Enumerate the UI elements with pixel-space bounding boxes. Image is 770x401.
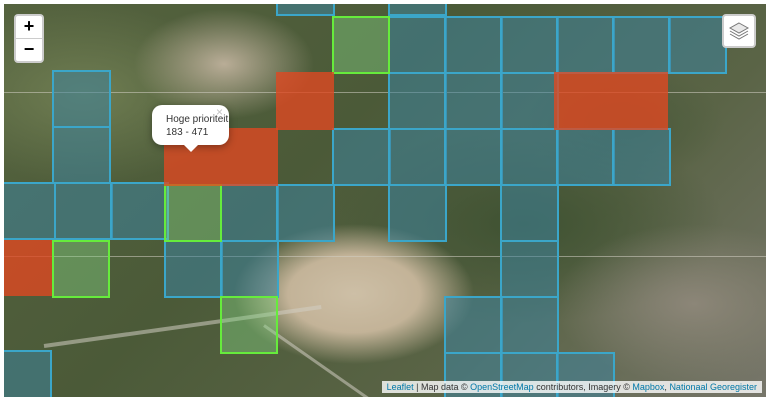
road xyxy=(263,324,380,397)
popup-close-button[interactable]: × xyxy=(216,106,223,118)
attribution-comma: , xyxy=(664,382,667,392)
grid-cell-low[interactable] xyxy=(220,240,279,298)
grid-cell-low[interactable] xyxy=(52,126,111,184)
attribution-text: contributors, Imagery © xyxy=(536,382,630,392)
grid-cell-low[interactable] xyxy=(110,182,169,240)
grid-cell-low[interactable] xyxy=(164,240,223,298)
grid-cell-high[interactable] xyxy=(554,72,668,130)
grid-cell-low[interactable] xyxy=(388,72,447,130)
grid-cell-low[interactable] xyxy=(500,16,559,74)
attribution: Leaflet | Map data © OpenStreetMap contr… xyxy=(381,381,762,393)
grid-cell-low[interactable] xyxy=(500,240,559,298)
grid-cell-medium[interactable] xyxy=(332,16,390,74)
popup: × Hoge prioriteit 183 - 471 xyxy=(152,105,229,152)
grid-cell-low[interactable] xyxy=(612,16,671,74)
attribution-mapbox-link[interactable]: Mapbox xyxy=(632,382,664,392)
zoom-control: + − xyxy=(14,14,44,63)
zoom-in-button[interactable]: + xyxy=(16,16,42,39)
grid-cell-medium[interactable] xyxy=(220,296,278,354)
grid-cell-low[interactable] xyxy=(4,182,56,240)
grid-cell-low[interactable] xyxy=(4,350,52,397)
grid-cell-low[interactable] xyxy=(332,128,391,186)
popup-range: 183 - 471 xyxy=(166,127,209,138)
grid-cell-low[interactable] xyxy=(444,128,503,186)
grid-cell-low[interactable] xyxy=(556,128,615,186)
layers-button[interactable] xyxy=(722,14,756,48)
grid-cell-high[interactable] xyxy=(276,72,334,130)
attribution-leaflet-link[interactable]: Leaflet xyxy=(387,382,414,392)
grid-cell-low[interactable] xyxy=(276,4,335,16)
popup-tip xyxy=(183,144,199,152)
grid-cell-low[interactable] xyxy=(500,296,559,354)
road xyxy=(43,305,322,348)
road xyxy=(4,256,766,257)
attribution-text: | Map data © xyxy=(416,382,468,392)
grid-cell-low[interactable] xyxy=(500,184,559,242)
attribution-ngi-link[interactable]: Nationaal Georegister xyxy=(669,382,757,392)
grid-cell-medium[interactable] xyxy=(52,240,110,298)
grid-cell-low[interactable] xyxy=(612,128,671,186)
grid-cell-low[interactable] xyxy=(556,16,615,74)
grid-cell-low[interactable] xyxy=(388,16,447,74)
grid-cell-low[interactable] xyxy=(388,128,447,186)
grid-cell-low[interactable] xyxy=(444,16,503,74)
grid-cell-low[interactable] xyxy=(444,72,503,130)
zoom-out-button[interactable]: − xyxy=(16,39,42,61)
grid-cell-high[interactable] xyxy=(4,240,52,296)
grid-cell-low[interactable] xyxy=(388,4,447,16)
map-container[interactable]: + − × Hoge prioriteit 183 - 471 Leaflet … xyxy=(4,4,766,397)
grid-cell-medium[interactable] xyxy=(164,184,222,242)
grid-cell-low[interactable] xyxy=(668,16,727,74)
grid-cell-low[interactable] xyxy=(500,128,559,186)
grid-cell-low[interactable] xyxy=(500,72,559,130)
grid-cell-low[interactable] xyxy=(444,296,503,354)
grid-cell-low[interactable] xyxy=(52,70,111,128)
layers-icon xyxy=(728,22,750,40)
grid-cell-low[interactable] xyxy=(220,184,279,242)
grid-cell-low[interactable] xyxy=(276,184,335,242)
attribution-osm-link[interactable]: OpenStreetMap xyxy=(470,382,534,392)
grid-cell-low[interactable] xyxy=(54,182,113,240)
grid-cell-low[interactable] xyxy=(388,184,447,242)
